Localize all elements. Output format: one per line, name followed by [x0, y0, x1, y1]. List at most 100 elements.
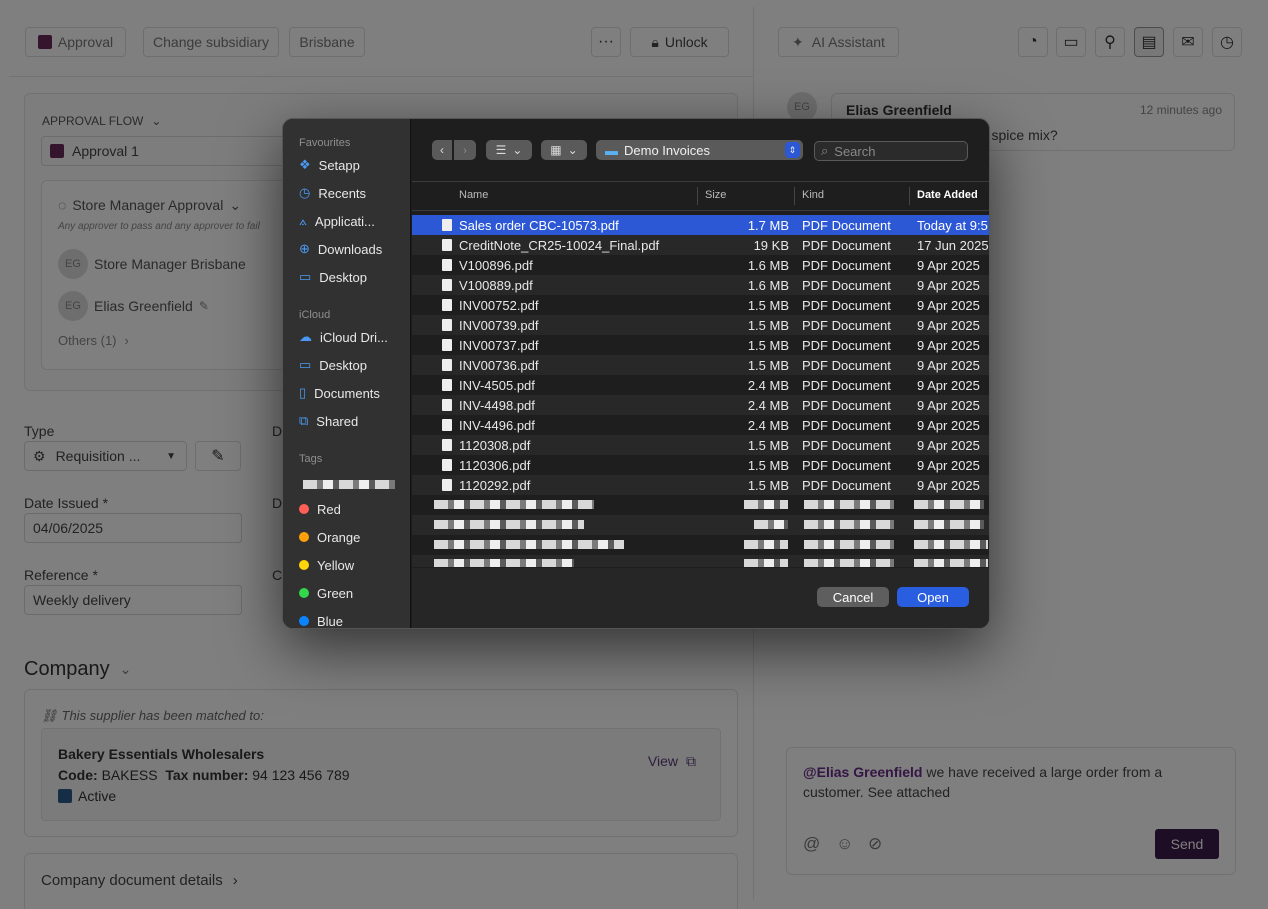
search-field[interactable]: ⌕ Search [814, 141, 968, 161]
sidebar-item-applications[interactable]: ⟑ Applicati... [299, 210, 409, 232]
redacted-text [434, 540, 624, 549]
file-size: 1.7 MB [747, 218, 789, 233]
file-name: Sales order CBC-10573.pdf [459, 218, 619, 233]
sidebar-item-recents[interactable]: ◷ Recents [299, 182, 409, 204]
redacted-row [412, 515, 989, 535]
file-row[interactable]: 1120306.pdf 1.5 MB PDF Document 9 Apr 2025 [412, 455, 989, 475]
redacted-row [412, 495, 989, 515]
file-name: 1120306.pdf [459, 458, 531, 473]
redacted-text [914, 500, 984, 509]
open-button[interactable]: Open [897, 587, 969, 607]
pdf-file-icon [442, 259, 452, 271]
tag-dot-icon [299, 560, 309, 570]
redacted-text [744, 559, 788, 567]
tag-dot-icon [299, 504, 309, 514]
file-row[interactable]: CreditNote_CR25-10024_Final.pdf 19 KB PDF … [412, 235, 989, 255]
file-size: 1.5 MB [747, 438, 789, 453]
sidebar-item-label: Setapp [318, 157, 360, 173]
sidebar-item-label: Applicati... [314, 213, 375, 229]
sidebar-item-icloud-drive[interactable]: ☁ iCloud Dri... [299, 326, 409, 348]
file-name: CreditNote_CR25-10024_Final.pdf [459, 238, 660, 253]
sidebar-item-desktop[interactable]: ▭ Desktop [299, 266, 409, 288]
pdf-file-icon [442, 399, 452, 411]
sidebar-tag-orange[interactable]: Orange [299, 526, 409, 548]
file-row[interactable]: INV00736.pdf 1.5 MB PDF Document 9 Apr 2025 [412, 355, 989, 375]
sidebar-item-downloads[interactable]: ⊕ Downloads [299, 238, 409, 260]
chevron-left-icon: ‹ [440, 143, 444, 157]
file-open-dialog: Favourites ❖ Setapp ◷ Recents ⟑ Applicati..… [282, 118, 990, 629]
redacted-tag [303, 480, 395, 489]
file-row[interactable]: INV00737.pdf 1.5 MB PDF Document 9 Apr 2025 [412, 335, 989, 355]
column-header-name[interactable]: Name [459, 189, 488, 201]
sidebar-tag-yellow[interactable]: Yellow [299, 554, 409, 576]
file-date-added: 9 Apr 2025 [917, 458, 980, 473]
sidebar-item-shared[interactable]: ⧉ Shared [299, 410, 409, 432]
search-icon: ⌕ [821, 143, 829, 158]
file-kind: PDF Document [802, 258, 891, 273]
file-kind: PDF Document [802, 218, 891, 233]
redacted-text [804, 520, 894, 529]
sidebar-item-setapp[interactable]: ❖ Setapp [299, 154, 409, 176]
sidebar-item-icloud-desktop[interactable]: ▭ Desktop [299, 354, 409, 376]
sidebar-item-label: Documents [314, 385, 380, 401]
file-row[interactable]: INV00739.pdf 1.5 MB PDF Document 9 Apr 2025 [412, 315, 989, 335]
redacted-text [804, 540, 894, 549]
file-row[interactable]: 1120308.pdf 1.5 MB PDF Document 9 Apr 2025 [412, 435, 989, 455]
file-name: INV00752.pdf [459, 298, 539, 313]
location-select[interactable]: ▬ Demo Invoices ⇕ [596, 140, 803, 160]
redacted-text [914, 520, 984, 529]
file-row[interactable]: 1120292.pdf 1.5 MB PDF Document 9 Apr 2025 [412, 475, 989, 495]
pdf-file-icon [442, 359, 452, 371]
file-row[interactable]: V100896.pdf 1.6 MB PDF Document 9 Apr 2025 [412, 255, 989, 275]
pdf-file-icon [442, 299, 452, 311]
redacted-text [804, 500, 894, 509]
file-date-added: 9 Apr 2025 [917, 378, 980, 393]
folder-icon: ▬ [605, 142, 618, 158]
grid-view-button[interactable]: ▦ ⌄ [541, 140, 587, 160]
file-kind: PDF Document [802, 278, 891, 293]
column-divider [697, 187, 698, 205]
tags-header: Tags [299, 453, 323, 465]
file-date-added: 9 Apr 2025 [917, 418, 980, 433]
list-view-button[interactable]: ☰ ⌄ [486, 140, 532, 160]
grid-icon: ▦ [550, 143, 562, 157]
header-separator [412, 210, 989, 211]
pdf-file-icon [442, 379, 452, 391]
redacted-text [914, 540, 988, 549]
back-button[interactable]: ‹ [432, 140, 452, 160]
setapp-icon: ❖ [299, 157, 311, 172]
file-date-added: 9 Apr 2025 [917, 258, 980, 273]
file-kind: PDF Document [802, 418, 891, 433]
file-kind: PDF Document [802, 458, 891, 473]
column-header-size[interactable]: Size [705, 189, 726, 201]
sidebar-item-label: Recents [318, 185, 367, 201]
pdf-file-icon [442, 479, 452, 491]
pdf-file-icon [442, 439, 452, 451]
sidebar-item-label: Downloads [317, 241, 383, 257]
sidebar-tag-green[interactable]: Green [299, 582, 409, 604]
clock-icon: ◷ [299, 185, 311, 200]
pdf-file-icon [442, 219, 452, 231]
column-header-kind[interactable]: Kind [802, 189, 824, 201]
file-row[interactable]: INV-4496.pdf 2.4 MB PDF Document 9 Apr 2025 [412, 415, 989, 435]
file-row[interactable]: Sales order CBC-10573.pdf 1.7 MB PDF Docum… [412, 215, 989, 235]
file-kind: PDF Document [802, 438, 891, 453]
file-row[interactable]: INV-4505.pdf 2.4 MB PDF Document 9 Apr 2025 [412, 375, 989, 395]
column-header-date-added[interactable]: Date Added [917, 189, 978, 201]
forward-button[interactable]: › [454, 140, 476, 160]
redacted-text [754, 520, 788, 529]
file-row[interactable]: V100889.pdf 1.6 MB PDF Document 9 Apr 2025 [412, 275, 989, 295]
list-icon: ☰ [495, 143, 507, 157]
sidebar-item-documents[interactable]: ▯ Documents [299, 382, 409, 404]
sidebar-item-label: Desktop [319, 357, 367, 373]
file-row[interactable]: INV00752.pdf 1.5 MB PDF Document 9 Apr 2025 [412, 295, 989, 315]
file-row[interactable]: INV-4498.pdf 2.4 MB PDF Document 9 Apr 2025 [412, 395, 989, 415]
sidebar-item-label: Blue [317, 613, 344, 629]
pdf-file-icon [442, 419, 452, 431]
sidebar-tag-blue[interactable]: Blue [299, 610, 409, 629]
applications-icon: ⟑ [299, 213, 307, 228]
file-size: 1.5 MB [747, 358, 789, 373]
file-size: 1.5 MB [747, 458, 789, 473]
cancel-button[interactable]: Cancel [817, 587, 889, 607]
sidebar-tag-red[interactable]: Red [299, 498, 409, 520]
